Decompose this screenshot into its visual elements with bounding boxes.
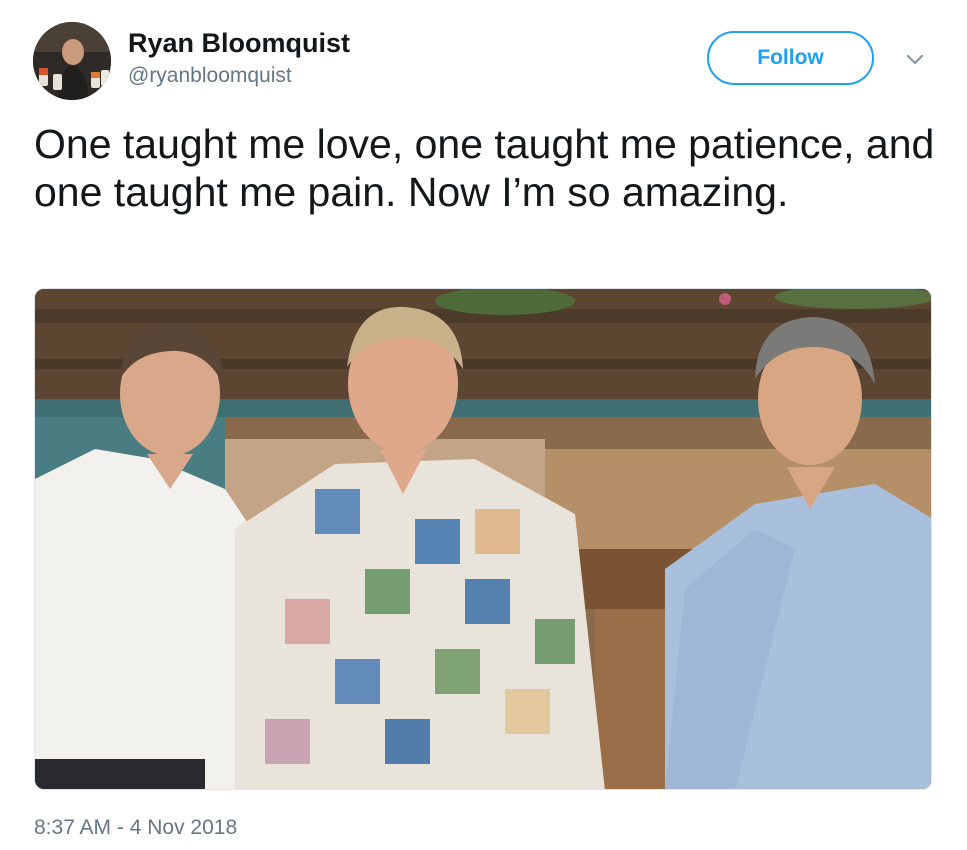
- tweet-timestamp[interactable]: 8:37 AM - 4 Nov 2018: [34, 815, 237, 841]
- user-handle[interactable]: @ryanbloomquist: [128, 63, 292, 89]
- avatar[interactable]: [33, 22, 111, 100]
- tweet-photo[interactable]: [34, 288, 932, 790]
- display-name[interactable]: Ryan Bloomquist: [128, 27, 350, 59]
- chevron-down-icon[interactable]: [904, 52, 926, 68]
- follow-button[interactable]: Follow: [707, 31, 874, 85]
- tweet-text: One taught me love, one taught me patien…: [34, 121, 935, 215]
